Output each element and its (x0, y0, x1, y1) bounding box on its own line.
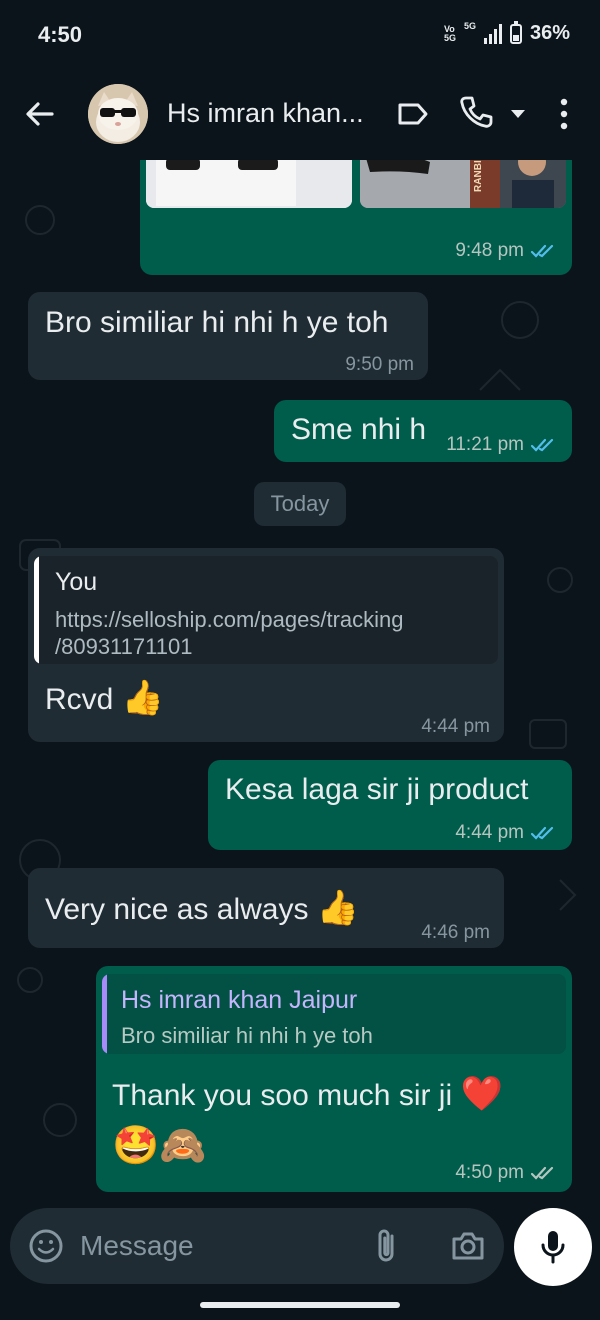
quote-accent-bar (34, 556, 39, 664)
microphone-icon (541, 1231, 565, 1264)
message-time: 11:21 pm (446, 434, 524, 455)
message-time: 4:50 pm (455, 1162, 524, 1183)
back-arrow-icon[interactable] (22, 96, 58, 132)
message-text: Very nice as always 👍 (45, 888, 359, 928)
gesture-bar (0, 1290, 600, 1320)
message-meta: 4:50 pm (455, 1162, 558, 1184)
status-time: 4:50 (38, 22, 83, 47)
message-input[interactable]: Message (80, 1230, 194, 1262)
message-body: Rcvd (45, 683, 114, 716)
read-receipt-icon (530, 826, 554, 840)
sunglasses-box-image (146, 160, 352, 208)
message-meta: 4:44 pm (455, 822, 558, 844)
attach-icon[interactable] (372, 1226, 402, 1266)
more-options-icon[interactable] (554, 96, 574, 132)
message-outgoing[interactable]: Kesa laga sir ji product 4:44 pm (208, 760, 572, 850)
message-time: 9:48 pm (455, 240, 524, 261)
network-type: 5G (463, 21, 476, 31)
message-time: 4:44 pm (455, 822, 524, 843)
message-body: Thank you soo much sir ji (112, 1079, 453, 1112)
signal-icon (483, 23, 502, 44)
sunglasses-poster-image (360, 160, 566, 208)
message-text: Bro similiar hi nhi h ye toh (45, 306, 389, 339)
message-text: Sme nhi h (291, 413, 427, 446)
quote-text: Bro similiar hi nhi h ye toh (121, 1023, 373, 1048)
home-indicator[interactable] (200, 1302, 400, 1308)
message-incoming[interactable]: Bro similiar hi nhi h ye toh 9:50 pm (28, 292, 428, 380)
label-icon[interactable] (396, 100, 430, 128)
message-incoming[interactable]: Very nice as always 👍 4:46 pm (28, 868, 504, 948)
message-text: Thank you soo much sir ji ❤️ (112, 1074, 503, 1114)
status-bar: 4:50 Vo 5G 5G 36% (0, 0, 600, 70)
status-icons: Vo 5G 5G 36% (443, 20, 570, 45)
camera-icon[interactable] (450, 1228, 486, 1264)
message-time: 4:46 pm (421, 922, 490, 943)
contact-name[interactable]: Hs imran khan... (167, 98, 364, 129)
quote-author: You (55, 568, 98, 596)
thumbs-up-emoji: 👍 (316, 889, 360, 927)
message-text: Kesa laga sir ji product (225, 773, 529, 806)
message-meta: 11:21 pm (446, 434, 558, 456)
shared-photo-2[interactable]: RANBIR'S (360, 160, 566, 208)
quote-accent-bar (102, 974, 107, 1054)
quote-link-line1: https://selloship.com/pages/tracking (55, 607, 404, 632)
message-outgoing[interactable]: Sme nhi h 11:21 pm (274, 400, 572, 462)
message-body: Very nice as always (45, 893, 309, 926)
voice-message-button[interactable] (514, 1208, 592, 1286)
message-meta: 4:46 pm (421, 922, 490, 944)
message-outgoing-image[interactable]: RANBIR'S 9:48 pm (140, 160, 572, 275)
message-incoming-reply[interactable]: You https://selloship.com/pages/tracking… (28, 548, 504, 742)
read-receipt-icon (530, 438, 554, 452)
star-struck-monkey-emojis: 🤩🙈 (112, 1125, 207, 1167)
date-separator: Today (254, 482, 346, 526)
quoted-message[interactable]: Hs imran khan Jaipur Bro similiar hi nhi… (102, 974, 566, 1054)
message-time: 4:44 pm (421, 716, 490, 737)
delivered-receipt-icon (530, 1166, 554, 1180)
message-meta: 4:44 pm (421, 716, 490, 738)
message-text: Rcvd 👍 (45, 678, 164, 718)
chat-area[interactable]: RANBIR'S 9:48 pm Bro similiar hi nhi h y… (0, 160, 600, 1220)
call-dropdown-icon[interactable] (508, 108, 528, 120)
message-outgoing-reply[interactable]: Hs imran khan Jaipur Bro similiar hi nhi… (96, 966, 572, 1192)
quoted-message[interactable]: You https://selloship.com/pages/tracking… (34, 556, 498, 664)
poster-text: RANBIR'S (473, 160, 484, 192)
thumbs-up-emoji: 👍 (121, 679, 165, 717)
battery-percent: 36% (529, 22, 570, 44)
volte-indicator: Vo 5G (443, 23, 456, 43)
battery-icon (509, 20, 522, 44)
read-receipt-icon (530, 244, 554, 258)
quote-link-line2: /80931171101 (55, 634, 193, 659)
message-meta: 9:50 pm (345, 354, 414, 376)
message-time: 9:50 pm (345, 354, 414, 375)
message-meta: 9:48 pm (455, 240, 558, 262)
cat-avatar-image (88, 84, 148, 144)
phone-icon[interactable] (458, 94, 494, 130)
emoji-icon[interactable] (28, 1228, 64, 1264)
chat-header: Hs imran khan... (0, 70, 600, 160)
shared-photo-1[interactable] (146, 160, 352, 208)
quote-author: Hs imran khan Jaipur (121, 986, 358, 1014)
heart-emoji: ❤️ (460, 1075, 503, 1113)
contact-avatar[interactable] (88, 84, 148, 144)
message-composer[interactable]: Message (10, 1208, 504, 1284)
